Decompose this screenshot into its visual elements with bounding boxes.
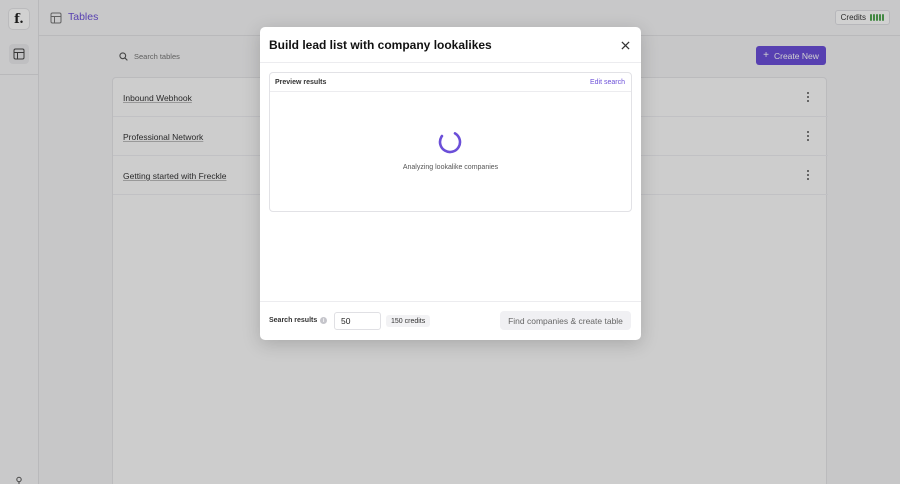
- info-icon[interactable]: i: [320, 317, 328, 324]
- preview-label: Preview results: [275, 79, 327, 86]
- preview-header: Preview results Edit search: [270, 73, 631, 92]
- find-companies-button[interactable]: Find companies & create table: [500, 311, 631, 330]
- search-results-text: Search results: [269, 317, 318, 324]
- loading-spinner-icon: [438, 130, 462, 154]
- modal-title: Build lead list with company lookalikes: [269, 38, 492, 52]
- search-results-label: Search results i: [269, 317, 328, 324]
- edit-search-link[interactable]: Edit search: [590, 79, 625, 86]
- credits-cost-badge: 150 credits: [386, 315, 431, 327]
- search-results-count-input[interactable]: [334, 312, 381, 330]
- close-button[interactable]: [619, 39, 631, 51]
- footer-divider: [260, 301, 641, 302]
- lookalike-modal: Build lead list with company lookalikes …: [260, 27, 641, 340]
- preview-panel: Preview results Edit search Analyzing lo…: [269, 72, 632, 212]
- close-icon: [620, 40, 630, 50]
- loading-text: Analyzing lookalike companies: [402, 164, 499, 171]
- modal-divider: [260, 62, 641, 63]
